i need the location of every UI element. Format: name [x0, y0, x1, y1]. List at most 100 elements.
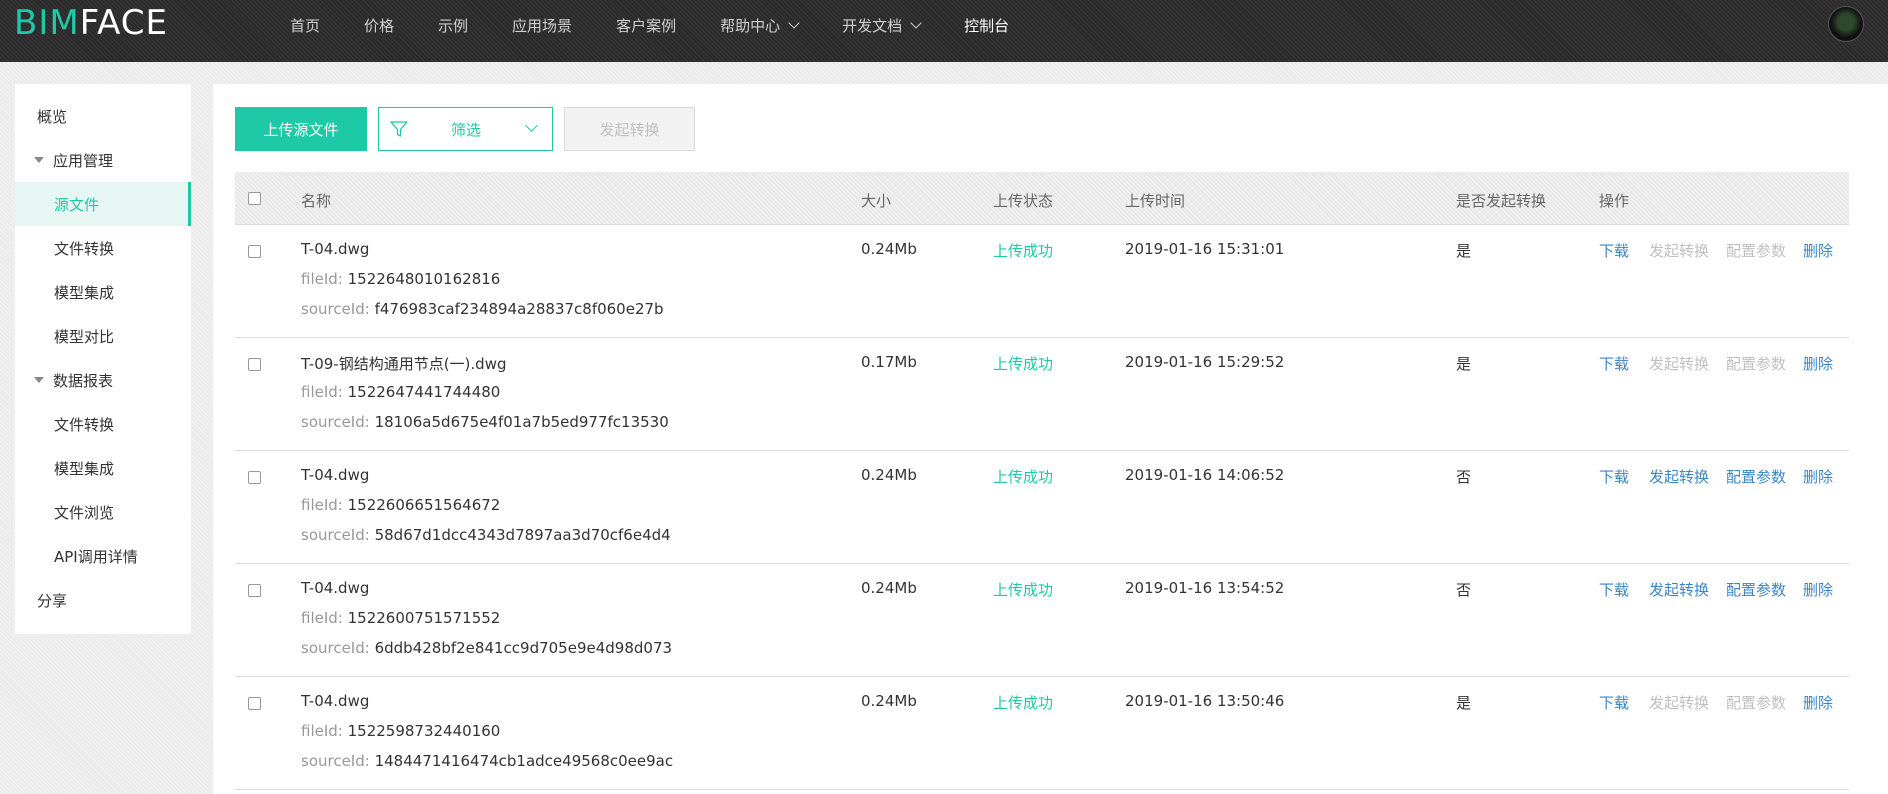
- nav-item-label: 控制台: [964, 16, 1010, 35]
- conversion-started: 否: [1456, 581, 1472, 599]
- conversion-started: 否: [1456, 468, 1472, 486]
- upload-status: 上传成功: [993, 694, 1054, 712]
- sidebar-item-11[interactable]: 分享: [15, 578, 191, 622]
- nav-item-label: 首页: [290, 16, 321, 35]
- chevron-down-icon: [910, 16, 922, 29]
- chevron-down-icon: [788, 16, 800, 29]
- nav-item-label: 客户案例: [616, 16, 677, 35]
- sidebar-item-5[interactable]: 模型对比: [15, 314, 191, 358]
- caret-down-icon: [34, 377, 44, 383]
- sidebar-item-8[interactable]: 模型集成: [15, 446, 191, 490]
- header-actions: 操作: [1599, 192, 1630, 210]
- nav-item-3[interactable]: 应用场景: [512, 15, 572, 36]
- row-checkbox[interactable]: [248, 697, 261, 710]
- user-avatar[interactable]: [1828, 6, 1864, 42]
- sidebar-item-label: 源文件: [54, 195, 100, 214]
- file-id-label: fileId:: [301, 722, 343, 740]
- file-name: T-09-钢结构通用节点(一).dwg: [301, 355, 507, 373]
- source-id: sourceId: 58d67d1dcc4343d7897aa3d70cf6e4…: [301, 526, 671, 544]
- sidebar-item-3[interactable]: 文件转换: [15, 226, 191, 270]
- delete-link[interactable]: 删除: [1803, 240, 1833, 261]
- delete-link[interactable]: 删除: [1803, 579, 1833, 600]
- nav-item-5[interactable]: 帮助中心: [720, 15, 800, 36]
- source-id-value: 58d67d1dcc4343d7897aa3d70cf6e4d4: [374, 526, 671, 544]
- download-link[interactable]: 下载: [1599, 579, 1629, 600]
- sidebar-item-1[interactable]: 应用管理: [15, 138, 191, 182]
- upload-status: 上传成功: [993, 581, 1054, 599]
- nav-item-2[interactable]: 示例: [438, 15, 468, 36]
- chevron-down-icon: [525, 119, 538, 132]
- source-id-label: sourceId:: [301, 300, 370, 318]
- file-id-label: fileId:: [301, 383, 343, 401]
- source-id: sourceId: 6ddb428bf2e841cc9d705e9e4d98d0…: [301, 639, 672, 657]
- nav-item-4[interactable]: 客户案例: [616, 15, 676, 36]
- source-id: sourceId: f476983caf234894a28837c8f060e2…: [301, 300, 664, 318]
- nav-item-7[interactable]: 控制台: [964, 15, 1009, 36]
- header-upload-time: 上传时间: [1125, 192, 1186, 210]
- nav-item-0[interactable]: 首页: [290, 15, 320, 36]
- sidebar-item-7[interactable]: 文件转换: [15, 402, 191, 446]
- file-id: fileId: 1522606651564672: [301, 496, 500, 514]
- delete-link[interactable]: 删除: [1803, 466, 1833, 487]
- header-name: 名称: [301, 192, 332, 210]
- config-params-link: 配置参数: [1726, 694, 1787, 712]
- logo-part-face: FACE: [79, 3, 169, 43]
- file-name: T-04.dwg: [301, 240, 370, 258]
- sidebar-item-label: 概览: [37, 107, 68, 126]
- sidebar-item-6[interactable]: 数据报表: [15, 358, 191, 402]
- source-id-label: sourceId:: [301, 526, 370, 544]
- config-params-link[interactable]: 配置参数: [1726, 466, 1786, 487]
- sidebar-item-label: 数据报表: [53, 371, 114, 390]
- download-link[interactable]: 下载: [1599, 240, 1629, 261]
- row-checkbox[interactable]: [248, 358, 261, 371]
- conversion-started: 是: [1456, 355, 1472, 373]
- file-id-label: fileId:: [301, 496, 343, 514]
- header-size: 大小: [861, 192, 892, 210]
- row-checkbox[interactable]: [248, 471, 261, 484]
- row-checkbox[interactable]: [248, 245, 261, 258]
- source-id-value: f476983caf234894a28837c8f060e27b: [374, 300, 664, 318]
- start-conversion-link[interactable]: 发起转换: [1649, 579, 1709, 600]
- download-link[interactable]: 下载: [1599, 353, 1629, 374]
- filter-icon: [390, 121, 408, 137]
- file-id: fileId: 1522648010162816: [301, 270, 500, 288]
- file-size: 0.24Mb: [861, 466, 917, 484]
- file-id-value: 1522606651564672: [347, 496, 501, 514]
- upload-source-file-button[interactable]: 上传源文件: [235, 107, 367, 151]
- config-params-link: 配置参数: [1726, 355, 1787, 373]
- table-row: T-04.dwg fileId: 1522598732440160 sourceId…: [235, 677, 1849, 790]
- select-all-checkbox[interactable]: [248, 192, 261, 205]
- conversion-started: 是: [1456, 242, 1472, 260]
- table-body: T-04.dwg fileId: 1522648010162816 sourceId…: [235, 225, 1849, 790]
- bimface-logo[interactable]: BIMFACE: [14, 3, 169, 43]
- delete-link[interactable]: 删除: [1803, 353, 1833, 374]
- sidebar-item-10[interactable]: API调用详情: [15, 534, 191, 578]
- config-params-link[interactable]: 配置参数: [1726, 579, 1786, 600]
- source-id: sourceId: 18106a5d675e4f01a7b5ed977fc135…: [301, 413, 669, 431]
- upload-time: 2019-01-16 13:54:52: [1125, 579, 1285, 597]
- row-checkbox[interactable]: [248, 584, 261, 597]
- source-id-value: 18106a5d675e4f01a7b5ed977fc13530: [374, 413, 669, 431]
- source-id-label: sourceId:: [301, 413, 370, 431]
- sidebar-item-0[interactable]: 概览: [15, 94, 191, 138]
- header-converted: 是否发起转换: [1456, 192, 1547, 210]
- file-size: 0.24Mb: [861, 240, 917, 258]
- delete-link[interactable]: 删除: [1803, 692, 1833, 713]
- file-name: T-04.dwg: [301, 466, 370, 484]
- start-conversion-button[interactable]: 发起转换: [564, 107, 695, 151]
- file-id-value: 1522647441744480: [347, 383, 501, 401]
- file-name: T-04.dwg: [301, 579, 370, 597]
- download-link[interactable]: 下载: [1599, 466, 1629, 487]
- nav-item-6[interactable]: 开发文档: [842, 15, 922, 36]
- upload-time: 2019-01-16 13:50:46: [1125, 692, 1285, 710]
- main-nav: 首页 价格 示例 应用场景 客户案例 帮助中心 开发文档 控制台: [290, 0, 1053, 50]
- sidebar-item-4[interactable]: 模型集成: [15, 270, 191, 314]
- sidebar-item-2[interactable]: 源文件: [15, 182, 191, 226]
- start-conversion-link[interactable]: 发起转换: [1649, 466, 1709, 487]
- sidebar-item-label: 模型对比: [54, 327, 115, 346]
- nav-item-1[interactable]: 价格: [364, 15, 394, 36]
- start-conversion-link: 发起转换: [1649, 242, 1710, 260]
- download-link[interactable]: 下载: [1599, 692, 1629, 713]
- sidebar-item-9[interactable]: 文件浏览: [15, 490, 191, 534]
- filter-dropdown[interactable]: 筛选: [378, 107, 553, 151]
